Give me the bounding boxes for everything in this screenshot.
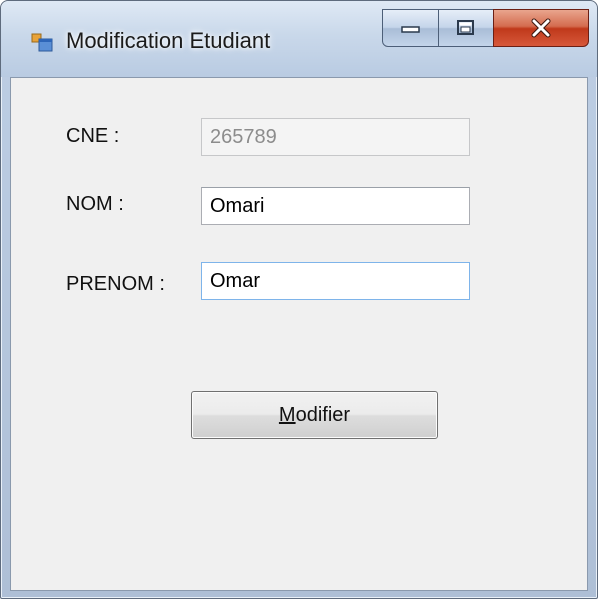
nom-label: NOM : (66, 193, 124, 215)
prenom-field[interactable] (201, 262, 470, 300)
maximize-button[interactable] (438, 9, 494, 47)
close-icon (531, 18, 551, 38)
modifier-button[interactable]: Modifier (191, 391, 438, 439)
window-title: Modification Etudiant (66, 28, 271, 53)
close-button[interactable] (493, 9, 589, 47)
nom-field[interactable] (201, 187, 470, 225)
form-client-area: CNE : NOM : PRENOM : Modifier (10, 77, 588, 591)
windows-form-icon (31, 33, 53, 52)
modifier-mnemonic: M (278, 403, 296, 426)
prenom-label: PRENOM : (66, 273, 165, 295)
title-bar[interactable]: Modification Etudiant (1, 1, 597, 77)
cne-label: CNE : (66, 125, 120, 147)
minimize-button[interactable] (382, 9, 439, 47)
form-window: Modification Etudiant CNE : NOM : PRENOM… (0, 0, 598, 599)
modifier-label: odifier (295, 403, 351, 426)
minimize-icon (400, 26, 420, 33)
maximize-icon (457, 20, 474, 35)
cne-field[interactable] (201, 118, 470, 156)
